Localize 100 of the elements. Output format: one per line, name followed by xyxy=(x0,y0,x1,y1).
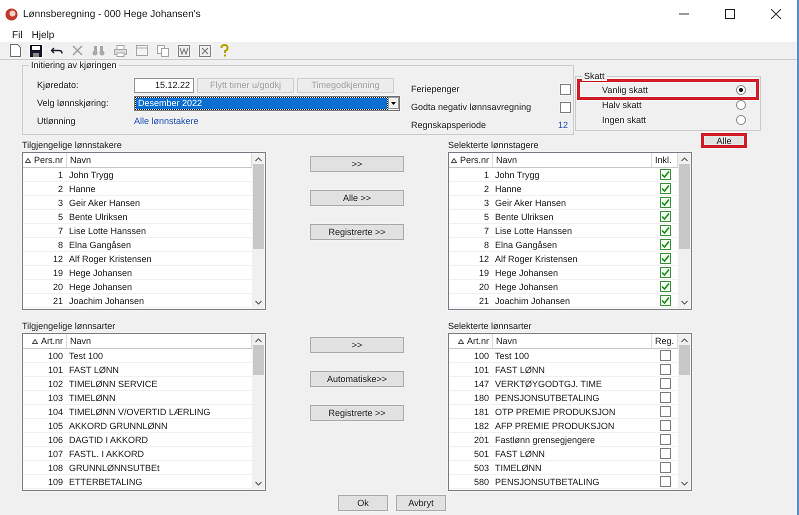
list-title: Selekterte lønnstagere xyxy=(448,139,540,152)
transfer-button[interactable]: Alle >> xyxy=(310,190,404,206)
new-document-icon[interactable] xyxy=(10,44,21,57)
scrollbar-thumb[interactable] xyxy=(253,164,264,249)
save-icon[interactable] xyxy=(30,44,42,56)
calendar-icon[interactable] xyxy=(136,45,148,56)
table-cell-text: 2 xyxy=(482,184,490,194)
scrollbar[interactable] xyxy=(678,153,691,309)
checkbox[interactable] xyxy=(660,281,671,292)
option-label: Feriepenger xyxy=(411,84,460,94)
payroll-run-dropdown[interactable]: Desember 2022 xyxy=(134,96,400,110)
radio-button[interactable] xyxy=(736,100,746,110)
table-cell-text: John Trygg xyxy=(494,170,541,180)
checkbox[interactable] xyxy=(660,211,671,222)
checkbox[interactable] xyxy=(660,295,671,306)
table-cell-text: Hanne xyxy=(494,184,523,194)
transfer-button[interactable]: >> xyxy=(310,337,404,353)
checkbox[interactable] xyxy=(560,102,571,112)
column-header[interactable]: Pers.nr xyxy=(449,153,493,167)
checkbox[interactable] xyxy=(660,364,671,375)
scrollbar[interactable] xyxy=(252,334,265,490)
checkbox[interactable] xyxy=(660,406,671,417)
checkbox[interactable] xyxy=(660,378,671,389)
scroll-up-icon[interactable] xyxy=(681,338,688,343)
table-cell-text: 3 xyxy=(482,198,490,208)
scroll-up-icon[interactable] xyxy=(255,338,262,343)
dialog-button[interactable]: Ok xyxy=(338,495,388,511)
menu-item[interactable]: Hjelp xyxy=(32,30,54,40)
transfer-button[interactable]: Registrerte >> xyxy=(310,405,404,421)
table-cell-text: 105 xyxy=(46,420,64,430)
scrollbar-thumb[interactable] xyxy=(253,345,264,375)
checkbox[interactable] xyxy=(660,253,671,264)
checkbox[interactable] xyxy=(660,350,671,361)
option-label: Godta negativ lønnsavregning xyxy=(411,102,532,112)
dialog-button[interactable]: Avbryt xyxy=(396,495,446,511)
scrollbar-thumb[interactable] xyxy=(679,345,690,375)
table-cell-text: 2 xyxy=(56,184,64,194)
table-cell-text: AKKORD GRUNNLØNN xyxy=(68,420,169,430)
sort-icon xyxy=(24,158,31,162)
scrollbar[interactable] xyxy=(252,153,265,309)
table-cell-text: 19 xyxy=(478,268,490,278)
radio-button[interactable] xyxy=(736,114,746,124)
checkbox[interactable] xyxy=(660,434,671,445)
column-header[interactable]: Pers.nr xyxy=(23,153,67,167)
help-icon[interactable] xyxy=(220,44,229,57)
checkbox[interactable] xyxy=(660,476,671,487)
transfer-button[interactable]: Automatiske>> xyxy=(310,371,404,387)
scrollbar-thumb[interactable] xyxy=(679,164,690,249)
table-cell-text: 5 xyxy=(482,212,490,222)
column-header[interactable]: Art.nr xyxy=(449,334,493,348)
checkbox[interactable] xyxy=(660,462,671,473)
close-document-icon[interactable] xyxy=(199,44,211,56)
table-cell-text: Joachim Johansen xyxy=(494,296,572,306)
scroll-down-icon[interactable] xyxy=(681,481,688,486)
checkbox[interactable] xyxy=(660,267,671,278)
scroll-up-icon[interactable] xyxy=(255,157,262,162)
delete-icon[interactable] xyxy=(72,45,83,56)
checkbox[interactable] xyxy=(560,84,571,94)
table-cell-text: FAST LØNN xyxy=(494,448,546,458)
transfer-button[interactable]: Registrerte >> xyxy=(310,224,404,240)
checkbox[interactable] xyxy=(660,169,671,180)
maximize-icon[interactable] xyxy=(725,9,735,19)
table-cell-text: 108 xyxy=(46,462,64,472)
radio-button[interactable] xyxy=(736,84,746,94)
scroll-up-icon[interactable] xyxy=(681,157,688,162)
scroll-down-icon[interactable] xyxy=(255,300,262,305)
menu-item[interactable]: Fil xyxy=(12,30,23,40)
table-cell-text: 501 xyxy=(472,448,490,458)
table-cell-text: 7 xyxy=(56,226,64,236)
column-header[interactable]: Navn xyxy=(493,334,652,348)
table-cell-text: 21 xyxy=(478,296,490,306)
checkbox[interactable] xyxy=(660,183,671,194)
table-cell-text: Bente Ulriksen xyxy=(494,212,555,222)
checkbox[interactable] xyxy=(660,239,671,250)
close-icon[interactable] xyxy=(771,9,781,19)
all-button[interactable]: Alle xyxy=(701,133,747,148)
scroll-down-icon[interactable] xyxy=(255,481,262,486)
copy-icon[interactable] xyxy=(157,44,169,56)
app-icon xyxy=(5,8,18,20)
scroll-down-icon[interactable] xyxy=(681,300,688,305)
checkbox[interactable] xyxy=(660,392,671,403)
column-header[interactable]: Art.nr xyxy=(23,334,67,348)
table-cell-text: Hanne xyxy=(68,184,97,194)
date-field[interactable]: 15.12.22 xyxy=(134,78,194,92)
print-icon[interactable] xyxy=(114,44,127,56)
table-cell-text: 100 xyxy=(46,350,64,360)
checkbox[interactable] xyxy=(660,197,671,208)
document-icon[interactable] xyxy=(178,44,190,56)
table-cell-text: 201 xyxy=(472,434,490,444)
table-cell-text: Elna Gangåsen xyxy=(494,240,558,250)
undo-icon[interactable] xyxy=(51,46,63,56)
list-title: Selekterte lønnsarter xyxy=(448,320,533,333)
transfer-button[interactable]: >> xyxy=(310,156,404,172)
option-label: Vanlig skatt xyxy=(602,84,648,94)
scrollbar[interactable] xyxy=(678,334,691,490)
checkbox[interactable] xyxy=(660,225,671,236)
table-cell-text: 19 xyxy=(52,268,64,278)
column-header[interactable]: Navn xyxy=(493,153,652,167)
checkbox[interactable] xyxy=(660,420,671,431)
checkbox[interactable] xyxy=(660,448,671,459)
